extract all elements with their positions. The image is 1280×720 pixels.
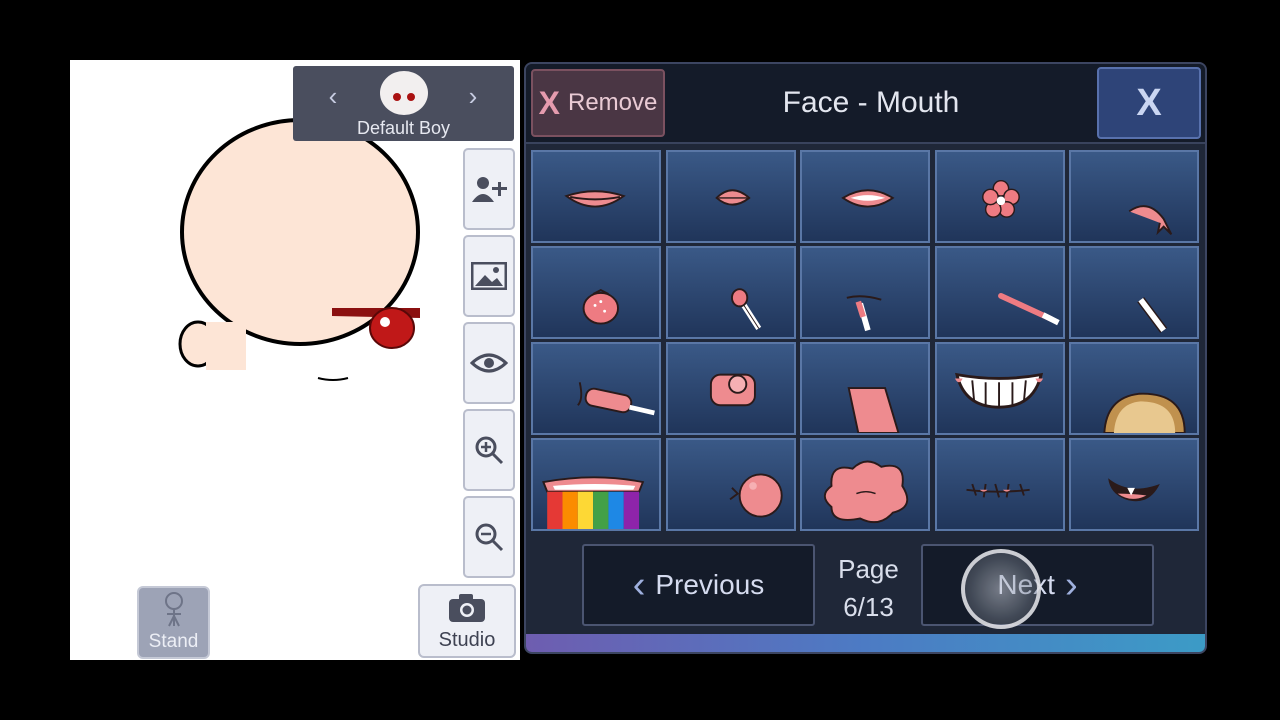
page-label: Page — [838, 554, 899, 584]
mouth-item-lollipop[interactable] — [665, 246, 796, 339]
mouth-item-tongue-long[interactable] — [800, 342, 930, 435]
camera-icon — [449, 594, 485, 622]
remove-label: Remove — [567, 89, 658, 116]
chevron-right-icon: › — [1064, 563, 1078, 606]
bubble-icon — [728, 473, 783, 518]
mouth-item-straw[interactable] — [800, 246, 930, 339]
character-name: Default Boy — [356, 118, 451, 138]
touch-indicator — [961, 549, 1041, 629]
mouth-item-strawberry[interactable] — [531, 246, 661, 339]
mouth-item-flower[interactable] — [934, 150, 1065, 243]
blob-icon — [823, 460, 909, 524]
character-selector: ‹ › Default Boy — [293, 66, 514, 141]
page-indicator: Page 6/13 — [816, 550, 921, 626]
mouth-item-rainbow-vomit[interactable] — [531, 438, 661, 531]
rainbow-vomit-icon — [542, 476, 645, 529]
zoom-out-icon — [475, 523, 504, 552]
popsicle-icon — [577, 382, 655, 416]
add-person-icon — [472, 177, 507, 202]
zoom-in-icon — [475, 436, 504, 465]
lollipop-icon — [730, 288, 761, 330]
lips-smile-icon — [564, 190, 626, 208]
next-button[interactable]: Next › — [921, 544, 1154, 629]
flower-icon — [981, 179, 1020, 218]
mouth-item-tongue-out[interactable] — [1069, 150, 1199, 243]
panel-header: X Remove Face - Mouth X — [526, 64, 1205, 144]
grin-teeth-icon — [954, 372, 1043, 409]
mouth-item-popsicle[interactable] — [531, 342, 661, 435]
lips-open-icon — [841, 189, 895, 208]
page-value: 6/13 — [843, 592, 894, 622]
remove-button[interactable]: X Remove — [531, 69, 665, 137]
stand-button[interactable]: Stand — [137, 586, 210, 659]
mouth-item-fang-smile[interactable] — [1069, 438, 1199, 531]
stand-pose-icon — [164, 592, 183, 627]
previous-label: Previous — [655, 569, 765, 600]
mouth-items-grid — [531, 150, 1199, 531]
background-button[interactable] — [463, 235, 515, 317]
mouth-item-lips-small[interactable] — [665, 150, 796, 243]
strawberry-icon — [582, 289, 619, 325]
zoom-in-button[interactable] — [463, 409, 515, 491]
mouth-item-pocky-stick[interactable] — [934, 246, 1065, 339]
mouth-item-blob[interactable] — [800, 438, 930, 531]
eye-icon — [470, 353, 508, 373]
pocky-stick-icon — [997, 292, 1060, 326]
studio-label: Studio — [438, 629, 496, 651]
tongue-long-icon — [847, 387, 900, 433]
remove-x-icon: X — [538, 84, 560, 121]
chevron-left-icon: ‹ — [632, 563, 646, 606]
mouth-item-lips-smile[interactable] — [531, 150, 661, 243]
character-mouth — [317, 377, 349, 381]
mouth-selection-panel: X Remove Face - Mouth X ‹ Previous Page … — [524, 62, 1207, 654]
mouth-item-bubblegum-pink[interactable] — [665, 342, 796, 435]
panel-title: Face - Mouth — [782, 86, 960, 119]
tongue-out-icon — [1128, 205, 1173, 236]
straw-icon — [846, 295, 882, 332]
stand-label: Stand — [148, 631, 199, 652]
previous-button[interactable]: ‹ Previous — [582, 544, 815, 626]
stitched-mouth-icon — [965, 483, 1030, 498]
add-character-button[interactable] — [463, 148, 515, 230]
image-icon — [471, 262, 507, 290]
close-button[interactable]: X — [1097, 67, 1201, 139]
mouth-item-grin-teeth[interactable] — [934, 342, 1065, 435]
mouth-item-toast[interactable] — [1069, 342, 1199, 435]
studio-button[interactable]: Studio — [418, 584, 516, 658]
fang-smile-icon — [1108, 478, 1160, 502]
character-stage — [70, 60, 520, 660]
next-character-arrow-icon[interactable]: › — [459, 81, 487, 111]
mouth-item-lips-open[interactable] — [800, 150, 930, 243]
lips-small-icon — [714, 189, 751, 206]
character-avatar[interactable] — [380, 71, 428, 115]
mouth-item-stitched-mouth[interactable] — [934, 438, 1065, 531]
panel-footer-bar — [526, 634, 1205, 652]
character-eye — [369, 307, 415, 349]
character-preview — [178, 118, 420, 381]
cigarette-icon — [1137, 297, 1168, 333]
bubblegum-pink-icon — [709, 373, 756, 407]
zoom-out-button[interactable] — [463, 496, 515, 578]
mouth-item-cigarette[interactable] — [1069, 246, 1199, 339]
toast-icon — [1103, 392, 1186, 433]
prev-character-arrow-icon[interactable]: ‹ — [319, 81, 347, 111]
mouth-item-bubble[interactable] — [665, 438, 796, 531]
visibility-button[interactable] — [463, 322, 515, 404]
